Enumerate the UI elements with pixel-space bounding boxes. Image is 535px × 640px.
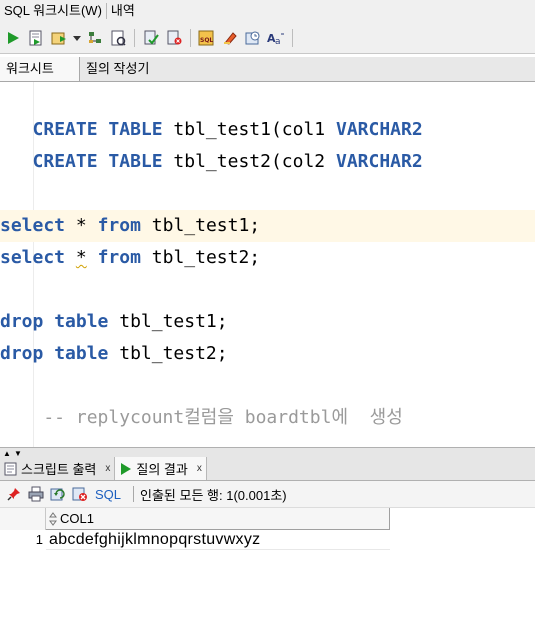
code-line[interactable]: drop table tbl_test1; (0, 306, 535, 338)
code-line[interactable]: -- replycount컬럼을 boardtbl에 생성 (0, 402, 535, 434)
keyword: VARCHAR2 (335, 151, 423, 172)
keyword: table (54, 343, 109, 364)
sql-editor[interactable]: CREATE TABLE tbl_test1(col1 VARCHAR2 CRE… (0, 82, 535, 447)
column-header[interactable]: COL1 (46, 508, 390, 530)
worksheet-toolbar: SQL Aa (0, 22, 535, 54)
toolbar-divider (133, 486, 135, 502)
sql-button[interactable]: SQL (95, 487, 121, 502)
code-line[interactable]: CREATE TABLE tbl_test2(col2 VARCHAR2 (0, 146, 535, 178)
keyword: TABLE (108, 119, 163, 140)
autotrace-icon[interactable] (108, 28, 128, 48)
operator: * (75, 215, 87, 236)
keyword: select (0, 247, 66, 268)
keyword: table (54, 311, 109, 332)
close-icon[interactable]: x (105, 463, 110, 474)
keyword: from (97, 215, 141, 236)
close-icon[interactable]: x (197, 463, 202, 474)
commit-transaction-icon[interactable] (141, 28, 161, 48)
operator: * (75, 247, 87, 268)
cancel-fetch-icon[interactable] (71, 485, 89, 503)
tab-script-output[interactable]: 스크립트 출력 x (0, 457, 116, 480)
keyword: drop (0, 311, 44, 332)
keyword: TABLE (108, 151, 163, 172)
identifier: tbl_test1(col1 (173, 119, 326, 140)
code-line-current[interactable]: select * from tbl_test1; (0, 210, 535, 242)
code-line[interactable]: drop table tbl_test2; (0, 338, 535, 370)
editor-tabs: 워크시트 질의 작성기 (0, 57, 535, 82)
identifier: tbl_test2(col2 (173, 151, 326, 172)
toolbar-divider (134, 28, 135, 47)
pin-icon[interactable] (5, 485, 23, 503)
row-number[interactable]: 1 (0, 530, 46, 550)
tab-query-result[interactable]: 질의 결과 x (115, 457, 207, 480)
tab-label: 스크립트 출력 (21, 462, 97, 477)
title-tabs: SQL 워크시트(W) 내역 (0, 0, 535, 22)
tab-worksheet[interactable]: 워크시트 (0, 57, 80, 81)
row-header-corner[interactable] (0, 508, 46, 530)
keyword: CREATE (32, 119, 98, 140)
results-grid[interactable]: COL1 1 abcdefghijklmnopqrstuvwxyz (0, 508, 535, 640)
toolbar-divider (190, 28, 191, 47)
table-cell[interactable]: abcdefghijklmnopqrstuvwxyz (46, 530, 390, 550)
sql-comment: -- replycount컬럼을 boardtbl에 생성 (0, 407, 403, 428)
keyword: from (97, 247, 141, 268)
print-icon[interactable] (27, 485, 45, 503)
history-icon[interactable] (243, 28, 263, 48)
toolbar-divider (292, 28, 293, 47)
column-name: COL1 (60, 511, 94, 526)
identifier: tbl_test1; (151, 215, 261, 236)
code-line[interactable]: CREATE TABLE tbl_test1(col1 VARCHAR2 (0, 114, 535, 146)
sort-icon[interactable] (49, 512, 57, 526)
code-line[interactable]: select * from tbl_test2; (0, 242, 535, 274)
keyword: drop (0, 343, 44, 364)
identifier: tbl_test1; (119, 311, 228, 332)
tab-label: 질의 결과 (136, 462, 188, 477)
refresh-icon[interactable] (49, 485, 67, 503)
run-script-icon[interactable] (26, 28, 46, 48)
dropdown-icon[interactable] (72, 28, 82, 48)
rollback-icon[interactable] (164, 28, 184, 48)
svg-text:SQL: SQL (200, 37, 213, 44)
explain-plan-icon[interactable] (85, 28, 105, 48)
results-tabs: 스크립트 출력 x 질의 결과 x (0, 457, 535, 481)
pane-splitter[interactable]: ▲ ▼ (0, 447, 535, 458)
run-icon (119, 462, 133, 476)
keyword: VARCHAR2 (335, 119, 423, 140)
run-statement-icon[interactable] (3, 28, 23, 48)
tab-query-builder[interactable]: 질의 작성기 (80, 57, 155, 81)
fetch-status: 인출된 모든 행: 1(0.001초) (140, 487, 287, 503)
results-toolbar: SQL 인출된 모든 행: 1(0.001초) (0, 481, 535, 508)
keyword: CREATE (32, 151, 98, 172)
identifier: tbl_test2; (151, 247, 261, 268)
format-icon[interactable]: Aa (266, 28, 286, 48)
tab-history[interactable]: 내역 (107, 0, 139, 22)
svg-text:a: a (275, 37, 281, 46)
clear-icon[interactable] (220, 28, 240, 48)
script-output-icon (4, 462, 18, 476)
identifier: tbl_test2; (119, 343, 228, 364)
commit-icon[interactable] (49, 28, 69, 48)
keyword: select (0, 215, 66, 236)
sql-tuning-icon[interactable]: SQL (197, 28, 217, 48)
tab-sql-worksheet[interactable]: SQL 워크시트(W) (0, 0, 106, 22)
